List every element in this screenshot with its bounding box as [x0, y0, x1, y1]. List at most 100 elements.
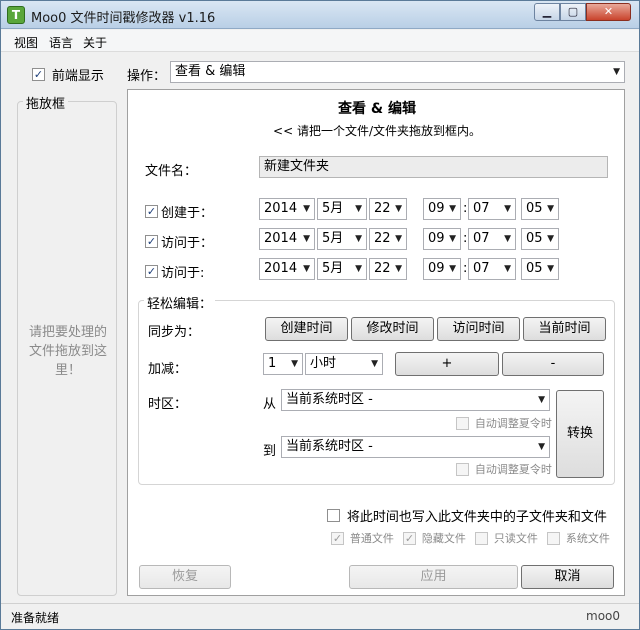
chevron-down-icon: ▼ — [504, 264, 511, 274]
filename-label: 文件名： — [145, 164, 198, 179]
write-sub-label: 将此时间也写入此文件夹中的子文件夹和文件 — [346, 510, 607, 525]
minute-select[interactable]: 07 ▼ — [468, 258, 516, 280]
maximize-button[interactable]: ▢ — [560, 3, 586, 21]
attr-hidden-checkbox[interactable]: ✓ — [403, 531, 416, 545]
convert-button[interactable]: 转换 — [556, 390, 604, 478]
chevron-down-icon: ▼ — [395, 234, 402, 244]
row-checkbox[interactable]: ✓ — [145, 265, 158, 278]
year-select[interactable]: 2014 ▼ — [259, 258, 315, 280]
tz-from-label: 从 — [263, 397, 277, 412]
month-select[interactable]: 5月 ▼ — [317, 228, 367, 250]
chevron-down-icon: ▼ — [355, 264, 362, 274]
chevron-down-icon: ▼ — [449, 204, 456, 214]
operation-select[interactable]: 查看 & 编辑 ▼ — [170, 61, 625, 83]
title-bar[interactable]: T Moo0 文件时间戳修改器 v1.16 ▁ ▢ ✕ — [1, 1, 639, 29]
menu-language[interactable]: 语言 — [49, 34, 73, 51]
drop-box-hint: 请把要处理的文件拖放到这里！ — [28, 325, 107, 378]
filename-field[interactable]: 新建文件夹 — [259, 156, 608, 178]
attr-system-checkbox[interactable] — [547, 531, 560, 545]
minus-button[interactable]: - — [502, 352, 604, 376]
day-select[interactable]: 22 ▼ — [369, 258, 407, 280]
attr-readonly-row[interactable]: 只读文件 — [475, 530, 538, 546]
month-select-value: 5月 — [322, 261, 344, 276]
adjust-unit-select[interactable]: 小时 ▼ — [305, 353, 383, 375]
row-checkbox[interactable]: ✓ — [145, 205, 158, 218]
minimize-button[interactable]: ▁ — [534, 3, 560, 21]
chevron-down-icon: ▼ — [395, 264, 402, 274]
year-select-value: 2014 — [264, 261, 298, 276]
day-select[interactable]: 22 ▼ — [369, 198, 407, 220]
row-label: 访问于: — [161, 266, 205, 281]
chevron-down-icon: ▼ — [504, 204, 511, 214]
row-checkbox-group[interactable]: ✓ 创建于： — [145, 202, 213, 221]
topmost-checkbox-row[interactable]: ✓ 前端显示 — [32, 65, 104, 84]
menu-about[interactable]: 关于 — [83, 34, 107, 51]
attr-system-row[interactable]: 系统文件 — [547, 530, 610, 546]
attr-normal-checkbox[interactable]: ✓ — [331, 531, 344, 545]
hour-select[interactable]: 09 ▼ — [423, 228, 461, 250]
adjust-unit-value: 小时 — [310, 356, 337, 371]
sync-now-button[interactable]: 当前时间 — [523, 317, 606, 341]
row-label: 访问于： — [161, 236, 214, 251]
minute-select[interactable]: 07 ▼ — [468, 198, 516, 220]
tz-to-select[interactable]: 当前系统时区 - ▼ — [281, 436, 550, 458]
chevron-down-icon: ▼ — [538, 395, 545, 405]
hour-select[interactable]: 09 ▼ — [423, 198, 461, 220]
dst-from-row[interactable]: 自动调整夏令时 — [456, 415, 552, 431]
topmost-label: 前端显示 — [51, 69, 104, 84]
sync-created-button[interactable]: 创建时间 — [265, 317, 348, 341]
app-window: T Moo0 文件时间戳修改器 v1.16 ▁ ▢ ✕ 视图 语言 关于 ✓ 前… — [0, 0, 640, 630]
month-select-value: 5月 — [322, 201, 344, 216]
day-select[interactable]: 22 ▼ — [369, 228, 407, 250]
chevron-down-icon: ▼ — [547, 204, 554, 214]
hour-select[interactable]: 09 ▼ — [423, 258, 461, 280]
adjust-amount-select[interactable]: 1 ▼ — [263, 353, 303, 375]
tz-from-select[interactable]: 当前系统时区 - ▼ — [281, 389, 550, 411]
close-button[interactable]: ✕ — [586, 3, 631, 21]
second-select[interactable]: 05 ▼ — [521, 258, 559, 280]
chevron-down-icon: ▼ — [303, 204, 310, 214]
month-select[interactable]: 5月 ▼ — [317, 258, 367, 280]
dst-from-checkbox[interactable] — [456, 416, 469, 430]
attr-system-label: 系统文件 — [565, 532, 610, 545]
row-label: 创建于： — [161, 206, 214, 221]
row-checkbox-group[interactable]: ✓ 访问于: — [145, 262, 204, 281]
attr-hidden-row[interactable]: ✓ 隐藏文件 — [403, 530, 466, 546]
minute-select-value: 07 — [473, 231, 490, 246]
row-checkbox[interactable]: ✓ — [145, 235, 158, 248]
write-sub-row[interactable]: 将此时间也写入此文件夹中的子文件夹和文件 — [327, 506, 607, 525]
chevron-down-icon: ▼ — [504, 234, 511, 244]
minute-select-value: 07 — [473, 201, 490, 216]
panel-heading: 查看 & 编辑 — [338, 101, 416, 117]
hour-select-value: 09 — [428, 261, 445, 276]
second-select[interactable]: 05 ▼ — [521, 198, 559, 220]
dst-to-row[interactable]: 自动调整夏令时 — [456, 461, 552, 477]
chevron-down-icon: ▼ — [303, 264, 310, 274]
restore-button[interactable]: 恢复 — [139, 565, 231, 589]
attr-readonly-checkbox[interactable] — [475, 531, 488, 545]
dst-to-checkbox[interactable] — [456, 462, 469, 476]
sync-modified-button[interactable]: 修改时间 — [351, 317, 434, 341]
drop-box-title: 拖放框 — [23, 93, 69, 112]
sync-accessed-button[interactable]: 访问时间 — [437, 317, 520, 341]
hour-select-value: 09 — [428, 201, 445, 216]
second-select-value: 05 — [526, 201, 543, 216]
row-checkbox-group[interactable]: ✓ 访问于： — [145, 232, 213, 251]
topmost-checkbox[interactable]: ✓ — [32, 68, 45, 81]
month-select[interactable]: 5月 ▼ — [317, 198, 367, 220]
year-select[interactable]: 2014 ▼ — [259, 228, 315, 250]
apply-button[interactable]: 应用 — [349, 565, 518, 589]
write-sub-checkbox[interactable] — [327, 509, 340, 522]
minute-select[interactable]: 07 ▼ — [468, 228, 516, 250]
second-select[interactable]: 05 ▼ — [521, 228, 559, 250]
sync-label: 同步为： — [148, 325, 201, 340]
menu-view[interactable]: 视图 — [14, 34, 38, 51]
tz-from-value: 当前系统时区 - — [286, 392, 373, 407]
plus-button[interactable]: + — [395, 352, 499, 376]
year-select[interactable]: 2014 ▼ — [259, 198, 315, 220]
tz-to-value: 当前系统时区 - — [286, 439, 373, 454]
adjust-label: 加减： — [148, 362, 188, 377]
cancel-button[interactable]: 取消 — [521, 565, 614, 589]
tz-to-label: 到 — [263, 444, 277, 459]
attr-normal-row[interactable]: ✓ 普通文件 — [331, 530, 394, 546]
